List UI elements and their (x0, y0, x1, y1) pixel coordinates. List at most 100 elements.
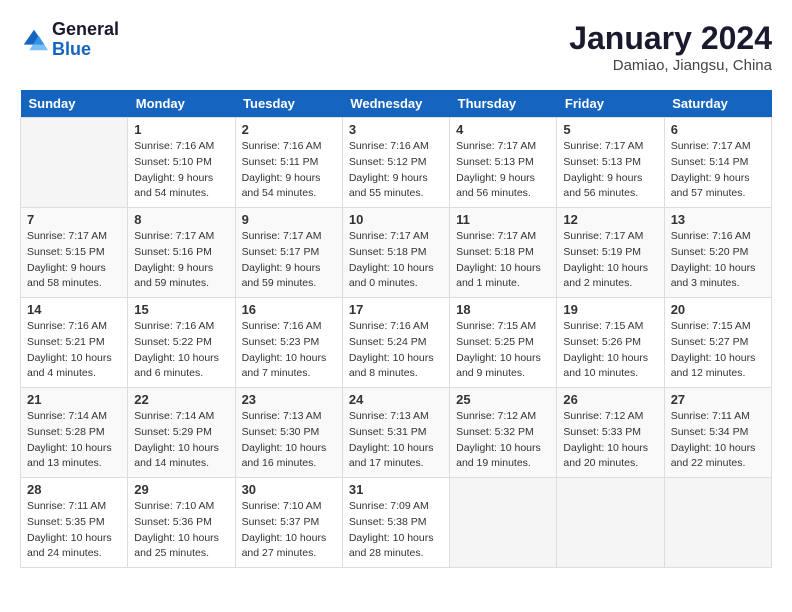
day-info: Sunrise: 7:17 AMSunset: 5:13 PMDaylight:… (563, 139, 657, 202)
calendar-cell: 12 Sunrise: 7:17 AMSunset: 5:19 PMDayligh… (557, 208, 664, 298)
calendar-cell: 27 Sunrise: 7:11 AMSunset: 5:34 PMDayligh… (664, 388, 771, 478)
calendar-cell: 31Sunrise: 7:09 AMSunset: 5:38 PMDayligh… (342, 478, 449, 568)
day-number: 15 (134, 302, 228, 317)
day-number: 19 (563, 302, 657, 317)
calendar-cell: 6 Sunrise: 7:17 AMSunset: 5:14 PMDaylight… (664, 118, 771, 208)
calendar-cell: 15 Sunrise: 7:16 AMSunset: 5:22 PMDayligh… (128, 298, 235, 388)
day-number: 29 (134, 482, 228, 497)
day-number: 18 (456, 302, 550, 317)
calendar-cell: 9 Sunrise: 7:17 AMSunset: 5:17 PMDaylight… (235, 208, 342, 298)
day-number: 3 (349, 122, 443, 137)
calendar-cell: 21 Sunrise: 7:14 AMSunset: 5:28 PMDayligh… (21, 388, 128, 478)
day-info: Sunrise: 7:17 AMSunset: 5:15 PMDaylight:… (27, 229, 121, 292)
day-info: Sunrise: 7:17 AMSunset: 5:13 PMDaylight:… (456, 139, 550, 202)
day-info: Sunrise: 7:12 AMSunset: 5:33 PMDaylight:… (563, 409, 657, 472)
calendar-cell: 2Sunrise: 7:16 AMSunset: 5:11 PMDaylight… (235, 118, 342, 208)
calendar-cell: 16 Sunrise: 7:16 AMSunset: 5:23 PMDayligh… (235, 298, 342, 388)
logo-text: GeneralBlue (52, 20, 119, 60)
calendar-cell: 7 Sunrise: 7:17 AMSunset: 5:15 PMDaylight… (21, 208, 128, 298)
weekday-header-saturday: Saturday (664, 90, 771, 118)
month-title: January 2024 (569, 20, 772, 57)
calendar-table: SundayMondayTuesdayWednesdayThursdayFrid… (20, 90, 772, 568)
day-number: 26 (563, 392, 657, 407)
weekday-header-wednesday: Wednesday (342, 90, 449, 118)
day-number: 4 (456, 122, 550, 137)
day-info: Sunrise: 7:17 AMSunset: 5:18 PMDaylight:… (349, 229, 443, 292)
calendar-cell: 19 Sunrise: 7:15 AMSunset: 5:26 PMDayligh… (557, 298, 664, 388)
calendar-cell: 29Sunrise: 7:10 AMSunset: 5:36 PMDayligh… (128, 478, 235, 568)
day-info: Sunrise: 7:14 AMSunset: 5:29 PMDaylight:… (134, 409, 228, 472)
day-info: Sunrise: 7:16 AMSunset: 5:10 PMDaylight:… (134, 139, 228, 202)
day-info: Sunrise: 7:14 AMSunset: 5:28 PMDaylight:… (27, 409, 121, 472)
day-info: Sunrise: 7:15 AMSunset: 5:26 PMDaylight:… (563, 319, 657, 382)
day-number: 23 (242, 392, 336, 407)
day-number: 30 (242, 482, 336, 497)
day-info: Sunrise: 7:16 AMSunset: 5:23 PMDaylight:… (242, 319, 336, 382)
day-info: Sunrise: 7:13 AMSunset: 5:31 PMDaylight:… (349, 409, 443, 472)
weekday-header-friday: Friday (557, 90, 664, 118)
day-info: Sunrise: 7:17 AMSunset: 5:14 PMDaylight:… (671, 139, 765, 202)
weekday-header-tuesday: Tuesday (235, 90, 342, 118)
day-number: 25 (456, 392, 550, 407)
day-number: 21 (27, 392, 121, 407)
day-info: Sunrise: 7:15 AMSunset: 5:27 PMDaylight:… (671, 319, 765, 382)
day-number: 5 (563, 122, 657, 137)
page-header: GeneralBlue January 2024 Damiao, Jiangsu… (20, 20, 772, 74)
day-number: 7 (27, 212, 121, 227)
day-info: Sunrise: 7:17 AMSunset: 5:19 PMDaylight:… (563, 229, 657, 292)
day-number: 6 (671, 122, 765, 137)
day-info: Sunrise: 7:13 AMSunset: 5:30 PMDaylight:… (242, 409, 336, 472)
weekday-header-row: SundayMondayTuesdayWednesdayThursdayFrid… (21, 90, 772, 118)
calendar-cell: 22 Sunrise: 7:14 AMSunset: 5:29 PMDayligh… (128, 388, 235, 478)
day-info: Sunrise: 7:17 AMSunset: 5:16 PMDaylight:… (134, 229, 228, 292)
day-info: Sunrise: 7:16 AMSunset: 5:12 PMDaylight:… (349, 139, 443, 202)
calendar-week-4: 21 Sunrise: 7:14 AMSunset: 5:28 PMDayligh… (21, 388, 772, 478)
calendar-cell: 10 Sunrise: 7:17 AMSunset: 5:18 PMDayligh… (342, 208, 449, 298)
day-number: 14 (27, 302, 121, 317)
day-number: 1 (134, 122, 228, 137)
day-info: Sunrise: 7:16 AMSunset: 5:24 PMDaylight:… (349, 319, 443, 382)
calendar-week-2: 7 Sunrise: 7:17 AMSunset: 5:15 PMDaylight… (21, 208, 772, 298)
day-info: Sunrise: 7:10 AMSunset: 5:37 PMDaylight:… (242, 499, 336, 562)
day-info: Sunrise: 7:15 AMSunset: 5:25 PMDaylight:… (456, 319, 550, 382)
logo: GeneralBlue (20, 20, 119, 60)
calendar-cell: 8Sunrise: 7:17 AMSunset: 5:16 PMDaylight… (128, 208, 235, 298)
day-number: 22 (134, 392, 228, 407)
calendar-cell: 30 Sunrise: 7:10 AMSunset: 5:37 PMDayligh… (235, 478, 342, 568)
day-number: 31 (349, 482, 443, 497)
weekday-header-thursday: Thursday (450, 90, 557, 118)
calendar-week-3: 14Sunrise: 7:16 AMSunset: 5:21 PMDayligh… (21, 298, 772, 388)
day-info: Sunrise: 7:11 AMSunset: 5:34 PMDaylight:… (671, 409, 765, 472)
calendar-cell: 28Sunrise: 7:11 AMSunset: 5:35 PMDayligh… (21, 478, 128, 568)
day-number: 2 (242, 122, 336, 137)
calendar-cell: 20 Sunrise: 7:15 AMSunset: 5:27 PMDayligh… (664, 298, 771, 388)
day-number: 10 (349, 212, 443, 227)
calendar-cell: 11Sunrise: 7:17 AMSunset: 5:18 PMDayligh… (450, 208, 557, 298)
day-number: 12 (563, 212, 657, 227)
weekday-header-sunday: Sunday (21, 90, 128, 118)
calendar-cell (21, 118, 128, 208)
calendar-cell: 13Sunrise: 7:16 AMSunset: 5:20 PMDayligh… (664, 208, 771, 298)
logo-icon (20, 26, 48, 54)
day-number: 27 (671, 392, 765, 407)
calendar-cell: 25 Sunrise: 7:12 AMSunset: 5:32 PMDayligh… (450, 388, 557, 478)
day-info: Sunrise: 7:16 AMSunset: 5:22 PMDaylight:… (134, 319, 228, 382)
title-block: January 2024 Damiao, Jiangsu, China (569, 20, 772, 74)
calendar-cell: 23 Sunrise: 7:13 AMSunset: 5:30 PMDayligh… (235, 388, 342, 478)
day-number: 24 (349, 392, 443, 407)
day-number: 16 (242, 302, 336, 317)
calendar-cell: 4 Sunrise: 7:17 AMSunset: 5:13 PMDaylight… (450, 118, 557, 208)
day-info: Sunrise: 7:11 AMSunset: 5:35 PMDaylight:… (27, 499, 121, 562)
day-info: Sunrise: 7:17 AMSunset: 5:17 PMDaylight:… (242, 229, 336, 292)
weekday-header-monday: Monday (128, 90, 235, 118)
day-number: 9 (242, 212, 336, 227)
calendar-cell (664, 478, 771, 568)
calendar-cell: 5 Sunrise: 7:17 AMSunset: 5:13 PMDaylight… (557, 118, 664, 208)
calendar-cell: 3 Sunrise: 7:16 AMSunset: 5:12 PMDaylight… (342, 118, 449, 208)
day-number: 17 (349, 302, 443, 317)
calendar-cell: 1 Sunrise: 7:16 AMSunset: 5:10 PMDaylight… (128, 118, 235, 208)
calendar-cell: 26 Sunrise: 7:12 AMSunset: 5:33 PMDayligh… (557, 388, 664, 478)
day-info: Sunrise: 7:16 AMSunset: 5:20 PMDaylight:… (671, 229, 765, 292)
day-info: Sunrise: 7:12 AMSunset: 5:32 PMDaylight:… (456, 409, 550, 472)
day-number: 20 (671, 302, 765, 317)
